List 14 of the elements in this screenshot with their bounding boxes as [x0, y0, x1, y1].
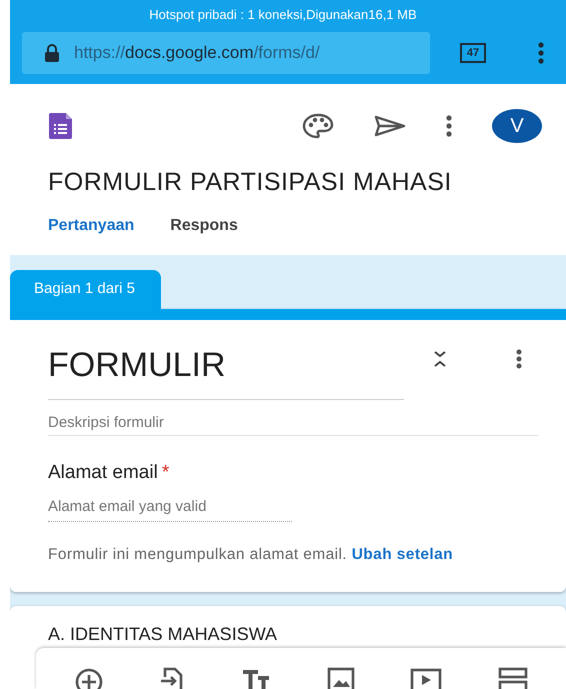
change-settings-link[interactable]: Ubah setelan [352, 546, 453, 563]
url-field[interactable]: https://docs.google.com/forms/d/ [22, 32, 430, 74]
avatar[interactable]: V [492, 109, 542, 143]
question-label: Alamat email * [48, 462, 170, 484]
description-field[interactable]: Deskripsi formulir [48, 400, 538, 436]
tab-count-button[interactable]: 47 [460, 43, 486, 63]
notice-text: Formulir ini mengumpulkan alamat email. Ubah setelan [48, 545, 454, 565]
form-title: FORMULIR PARTISIPASI MAHASI [48, 168, 453, 197]
status-text: Hotspot pribadi : 1 koneksi,Digunakan16,1 MB [148, 6, 418, 24]
form-heading[interactable]: FORMULIR [48, 338, 404, 400]
section-title: A. IDENTITAS MAHASISWA [48, 624, 278, 645]
tab[interactable]: Pertanyaan [48, 215, 134, 237]
tab[interactable]: Respons [170, 215, 238, 237]
email-field[interactable]: Alamat email yang valid [48, 498, 292, 522]
